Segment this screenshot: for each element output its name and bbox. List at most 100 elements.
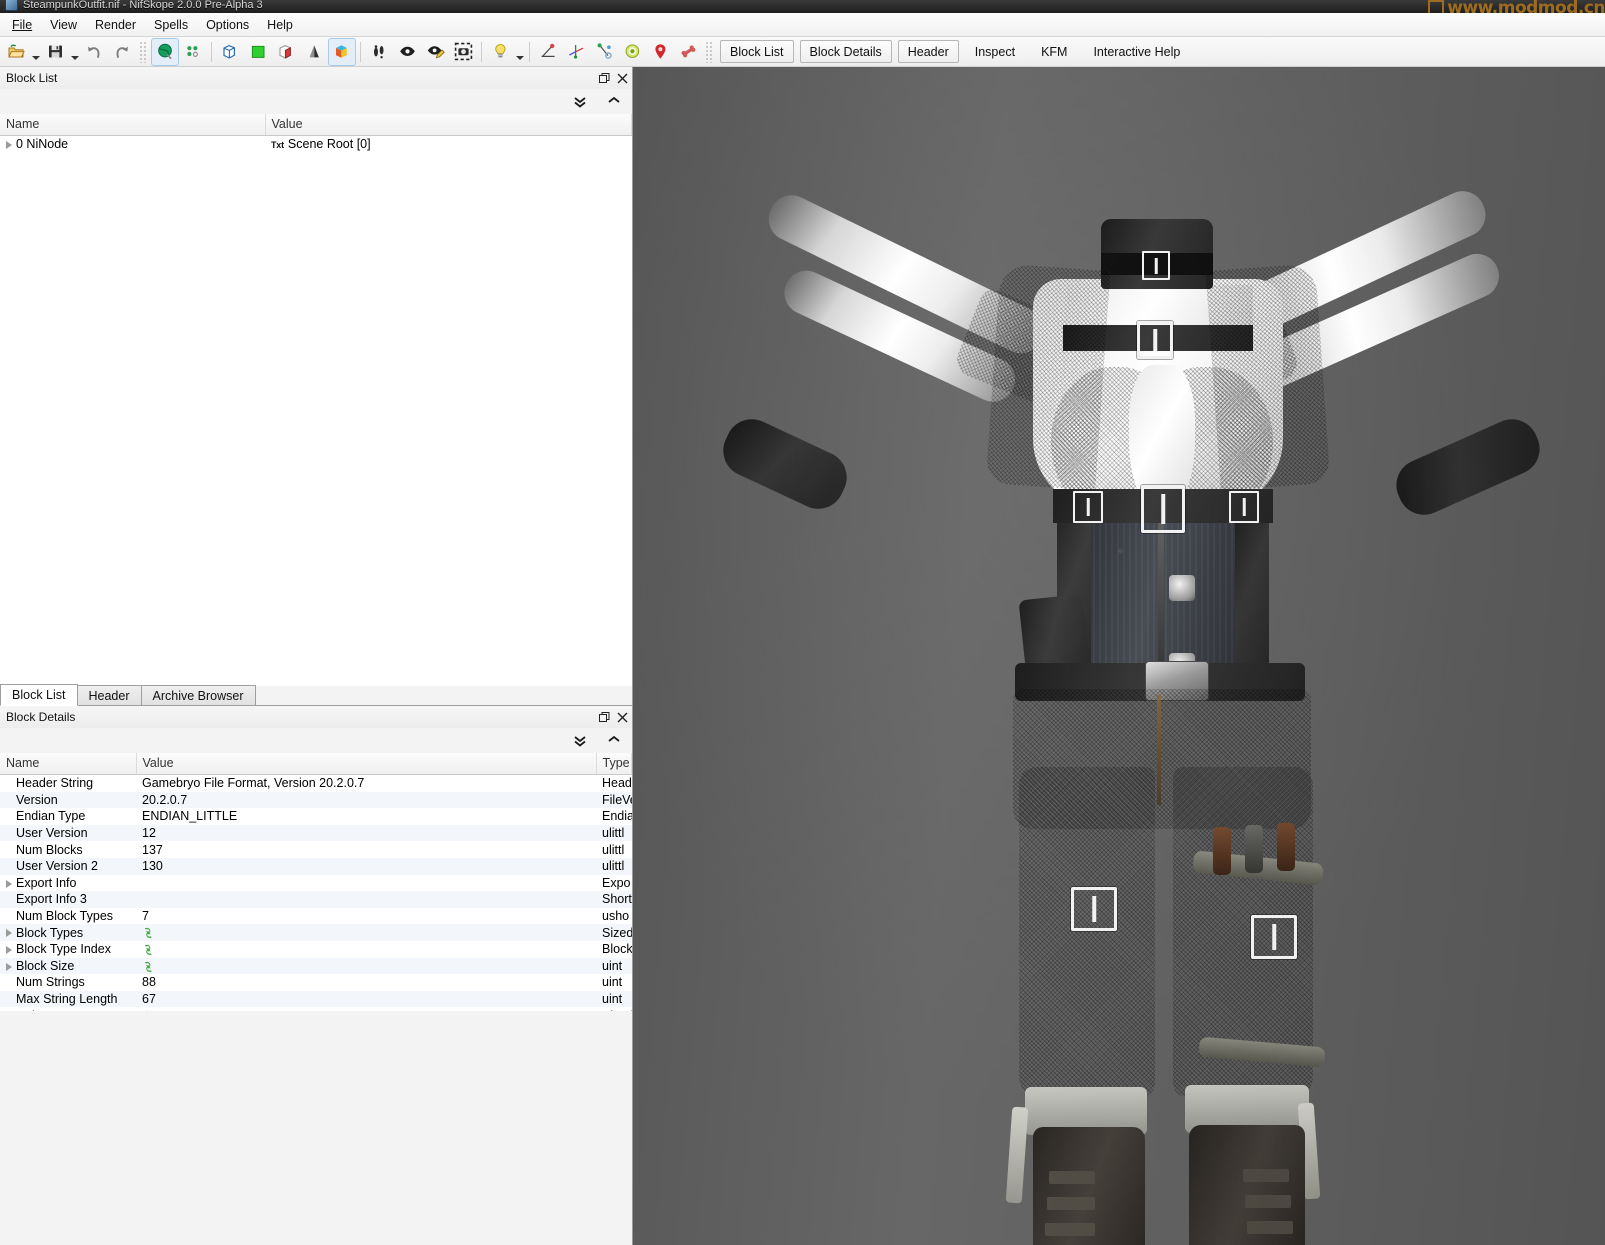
open-file-dropdown-arrow[interactable] — [30, 39, 41, 65]
block-details-row-name-cell: User Version 2 — [0, 857, 136, 875]
block-details-col-type[interactable]: Type — [596, 753, 632, 775]
expand-all-icon[interactable] — [572, 94, 588, 110]
table-row[interactable]: Export Info Expo — [0, 875, 632, 892]
table-row[interactable]: Num Strings 88 uint — [0, 974, 632, 991]
lightbulb-dropdown-arrow[interactable] — [514, 39, 525, 65]
collapse-all-icon[interactable] — [606, 94, 622, 110]
table-row[interactable]: User Version 2 130 ulittl — [0, 857, 632, 875]
green-cube-icon[interactable] — [244, 38, 272, 66]
table-row[interactable]: Endian Type ENDIAN_LITTLE Endia — [0, 808, 632, 825]
table-row[interactable]: Strings Sized — [0, 1007, 632, 1011]
nodes-icon[interactable] — [179, 38, 207, 66]
block-details-row-value-cell[interactable]: 137 — [136, 841, 596, 858]
expand-triangle-icon[interactable] — [6, 945, 12, 954]
toolbar-tab-block-list[interactable]: Block List — [720, 40, 794, 63]
menu-options[interactable]: Options — [197, 15, 258, 35]
dock-tab-header[interactable]: Header — [76, 685, 142, 705]
lightbulb-icon[interactable] — [486, 38, 514, 66]
table-row[interactable]: Max String Length 67 uint — [0, 990, 632, 1008]
textured-cube-icon[interactable] — [328, 37, 356, 66]
toolbar-tab-inspect[interactable]: Inspect — [965, 40, 1025, 63]
block-details-row-value-cell[interactable]: 20.2.0.7 — [136, 791, 596, 809]
table-row[interactable]: Num Block Types 7 usho — [0, 908, 632, 925]
block-list-col-value[interactable]: Value — [265, 114, 632, 136]
node-link-icon[interactable] — [590, 38, 618, 66]
red-face-cube-icon[interactable] — [272, 38, 300, 66]
eye-icon[interactable] — [393, 38, 421, 66]
bone-icon[interactable] — [674, 38, 702, 66]
block-details-col-name[interactable]: Name — [0, 753, 137, 775]
block-details-row-value-cell[interactable]: 130 — [136, 857, 596, 875]
block-list-tree[interactable]: Name Value 0 NiNode Txt Scene Root [0] — [0, 114, 632, 686]
menu-help[interactable]: Help — [258, 15, 302, 35]
normals-icon[interactable] — [300, 38, 328, 66]
axis-icon[interactable] — [562, 38, 590, 66]
block-details-row-value-cell[interactable]: 67 — [136, 990, 596, 1008]
expand-triangle-icon[interactable] — [6, 929, 12, 938]
block-list-close-button[interactable] — [614, 70, 630, 86]
table-row[interactable]: Block Size uint — [0, 957, 632, 975]
collapse-all-details-icon[interactable] — [606, 733, 622, 749]
menu-spells[interactable]: Spells — [145, 15, 197, 35]
table-row[interactable]: Version 20.2.0.7 FileVe — [0, 791, 632, 809]
block-details-col-value[interactable]: Value — [136, 753, 597, 775]
footprints-icon[interactable] — [365, 38, 393, 66]
block-details-row-value-cell[interactable] — [136, 891, 596, 908]
render-viewport[interactable] — [633, 67, 1605, 1245]
block-list-float-button[interactable] — [596, 70, 612, 86]
expand-triangle-icon[interactable] — [6, 962, 12, 971]
block-details-row-value-cell[interactable] — [136, 1007, 596, 1011]
table-row[interactable]: Header String Gamebryo File Format, Versi… — [0, 775, 632, 792]
axis-front-icon[interactable] — [534, 38, 562, 66]
expand-all-details-icon[interactable] — [572, 733, 588, 749]
block-details-row-value-cell[interactable]: ENDIAN_LITTLE — [136, 808, 596, 825]
block-details-row-value-cell[interactable] — [136, 957, 596, 975]
target-icon[interactable] — [618, 38, 646, 66]
toolbar-grip[interactable] — [139, 40, 148, 63]
dock-tab-block-list[interactable]: Block List — [0, 684, 78, 706]
table-row[interactable]: Export Info 3 Short — [0, 891, 632, 908]
table-row[interactable]: Block Type Index Block — [0, 941, 632, 958]
model-right-thigh-buckle — [1251, 915, 1297, 959]
save-file-dropdown-arrow[interactable] — [69, 39, 80, 65]
block-details-row-value-cell[interactable]: 88 — [136, 974, 596, 991]
marker-icon[interactable] — [646, 38, 674, 66]
model-right-boot-strap-1 — [1243, 1169, 1289, 1182]
block-list-col-name[interactable]: Name — [0, 114, 266, 136]
menu-render[interactable]: Render — [86, 15, 145, 35]
table-row[interactable]: Block Types Sized — [0, 924, 632, 941]
screenshot-icon[interactable] — [449, 38, 477, 66]
table-row[interactable]: Num Blocks 137 ulittl — [0, 841, 632, 858]
toolbar-tab-interactive-help[interactable]: Interactive Help — [1083, 40, 1190, 63]
block-details-float-button[interactable] — [596, 709, 612, 725]
wireframe-cube-icon[interactable] — [216, 38, 244, 66]
save-file-icon[interactable] — [41, 38, 69, 66]
toolbar-tab-block-details[interactable]: Block Details — [799, 40, 892, 63]
block-list-row-value: Scene Root [0] — [287, 137, 371, 152]
block-details-row-type-cell: ulittl — [596, 824, 632, 842]
expand-triangle-icon[interactable] — [6, 879, 12, 888]
block-details-row-value-cell[interactable] — [136, 875, 596, 892]
table-row[interactable]: User Version 12 ulittl — [0, 824, 632, 842]
block-details-row-value-cell[interactable]: Gamebryo File Format, Version 20.2.0.7 — [136, 775, 596, 792]
toolbar-tab-header[interactable]: Header — [897, 40, 959, 63]
expand-triangle-icon[interactable] — [6, 141, 12, 149]
menu-file[interactable]: File — [3, 15, 41, 35]
block-details-row-value-cell[interactable]: 12 — [136, 824, 596, 842]
toolbar-tabs-grip[interactable] — [705, 40, 714, 63]
undo-icon[interactable] — [80, 38, 108, 66]
block-details-tree[interactable]: Name Value Type Header String Gamebryo Fi… — [0, 753, 632, 1011]
table-row[interactable]: 0 NiNode Txt Scene Root [0] — [0, 136, 632, 153]
menu-view[interactable]: View — [41, 15, 86, 35]
dock-tab-archive-browser[interactable]: Archive Browser — [140, 685, 256, 705]
toolbar-tab-kfm[interactable]: KFM — [1031, 40, 1077, 63]
open-file-icon[interactable] — [2, 38, 30, 66]
block-details-row-name: Version — [16, 792, 58, 807]
block-details-row-value-cell[interactable]: 7 — [136, 908, 596, 925]
redo-icon[interactable] — [108, 38, 136, 66]
globe-icon[interactable] — [151, 37, 179, 66]
block-details-close-button[interactable] — [614, 709, 630, 725]
eye-slash-icon[interactable] — [421, 38, 449, 66]
block-details-row-value-cell[interactable] — [136, 941, 596, 958]
block-details-row-value-cell[interactable] — [136, 924, 596, 941]
